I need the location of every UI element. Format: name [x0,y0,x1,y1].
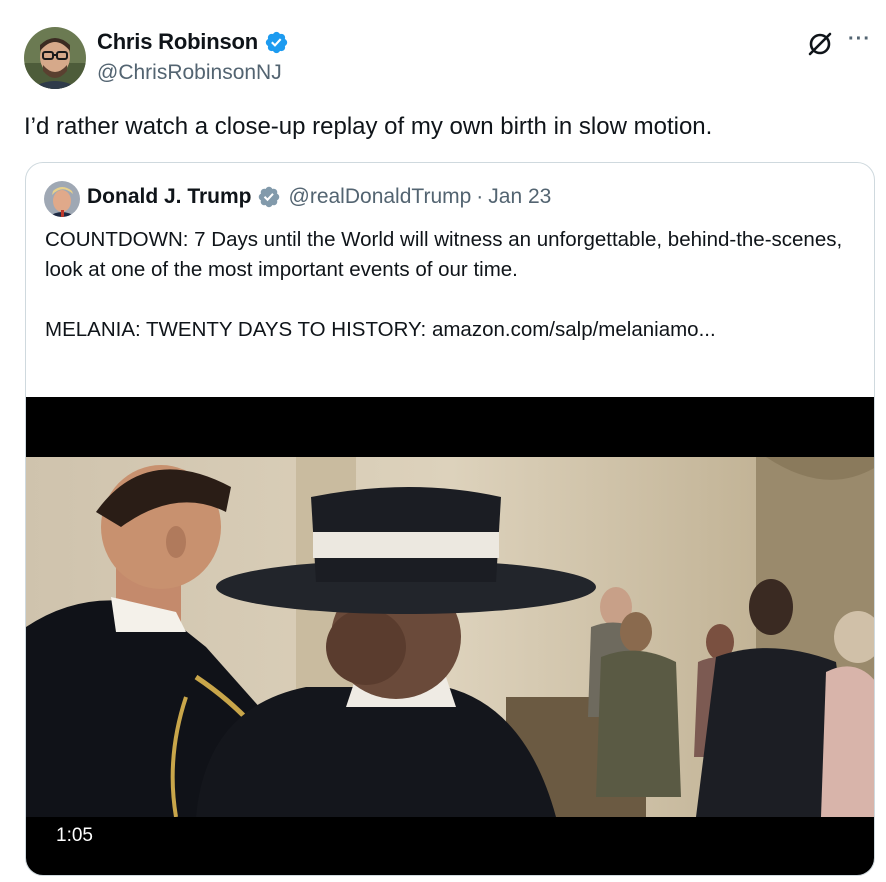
author-avatar[interactable] [24,27,86,89]
quoted-author-avatar[interactable] [44,181,80,217]
author-name-row[interactable]: Chris Robinson [97,29,289,55]
quoted-tweet-text: COUNTDOWN: 7 Days until the World will w… [45,225,850,345]
quoted-author-name[interactable]: Donald J. Trump [87,185,252,209]
verified-badge-gray-icon [257,185,281,209]
quoted-tweet-card[interactable]: Donald J. Trump @realDonaldTrump · Jan 2… [25,162,875,876]
quoted-tweet-header: Donald J. Trump @realDonaldTrump · Jan 2… [87,185,551,209]
grok-icon[interactable] [806,30,834,58]
quoted-tweet-paragraph: COUNTDOWN: 7 Days until the World will w… [45,228,843,281]
tweet-text: I’d rather watch a close-up replay of my… [24,113,713,140]
video-thumbnail [26,457,874,817]
author-handle[interactable]: @ChrisRobinsonNJ [97,61,282,85]
quoted-tweet-paragraph: MELANIA: TWENTY DAYS TO HISTORY: amazon.… [45,318,716,341]
separator-dot: · [476,185,484,208]
more-icon[interactable]: ··· [848,28,871,51]
video-duration-badge: 1:05 [42,819,107,853]
verified-badge-icon [264,30,289,55]
quoted-tweet-date[interactable]: Jan 23 [488,185,551,209]
quoted-author-handle[interactable]: @realDonaldTrump [289,185,472,209]
video-player[interactable]: 1:05 [26,397,874,875]
author-name[interactable]: Chris Robinson [97,29,258,55]
